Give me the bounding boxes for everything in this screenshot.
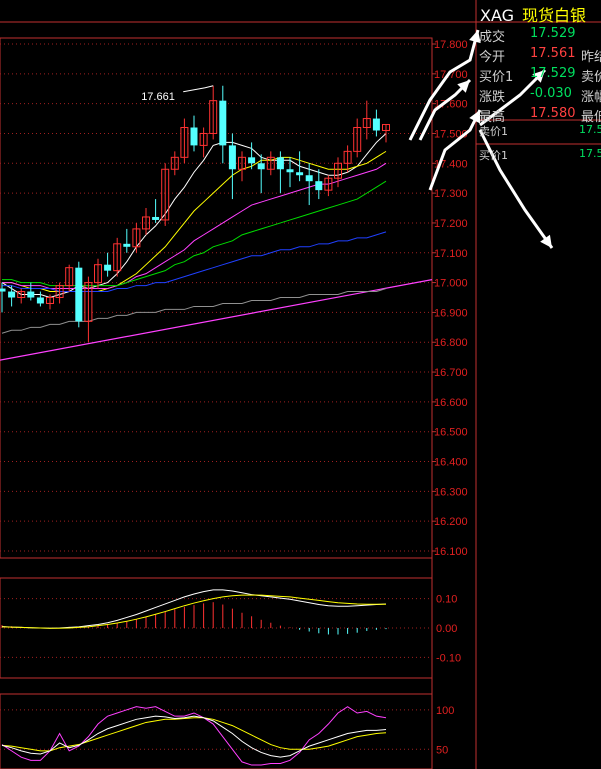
high-marker-line	[183, 85, 214, 93]
moving-average-line	[1, 133, 387, 299]
kdj-panel-box	[0, 693, 433, 769]
quote-value: 17.561	[530, 46, 576, 61]
candle-body-down	[190, 127, 198, 146]
sell1-value: 17.5	[579, 123, 601, 136]
candle-body-down	[315, 181, 323, 191]
candle-body-down	[27, 291, 35, 298]
quote-value: 17.529	[530, 66, 576, 81]
quote-label: 买价1	[479, 70, 514, 85]
candle-body-down	[152, 216, 160, 220]
candle-body-down	[286, 169, 294, 173]
y-tick-label: 16.700	[434, 367, 468, 379]
kdj-tick-label: 100	[436, 705, 454, 717]
candle-body-down	[276, 157, 284, 170]
symbol-name: 现货白银	[522, 6, 587, 25]
moving-average-line	[2, 180, 387, 287]
quote-value: 17.580	[530, 106, 576, 121]
arrow-shaft	[428, 109, 482, 191]
candle-body-down	[0, 288, 6, 292]
candle-body-down	[228, 145, 236, 170]
price-axis-ticks: 17.80017.70017.60017.50017.40017.30017.2…	[432, 39, 468, 558]
arrow-head	[540, 234, 552, 248]
candle-body-down	[296, 172, 304, 176]
high-value-label: 17.661	[141, 91, 175, 103]
chart-frame	[0, 0, 601, 769]
buy1-value: 17.5	[579, 147, 601, 160]
y-tick-label: 16.600	[434, 397, 468, 409]
candle-body-down	[36, 297, 44, 304]
candle-body-down	[305, 175, 313, 182]
macd-tick-label: 0.00	[436, 623, 457, 635]
y-tick-label: 16.400	[434, 457, 468, 469]
macd-tick-label: -0.10	[436, 652, 461, 664]
kdj-k-line	[1, 715, 387, 758]
candle-body-down	[372, 118, 380, 131]
sell1-label: 卖价1	[479, 125, 508, 138]
macd-panel: 0.10 0.00 -0.10	[0, 589, 461, 664]
candlesticks: 17.661	[0, 85, 390, 343]
quote-label-secondary: 昨结	[581, 50, 601, 65]
y-tick-label: 16.100	[434, 546, 468, 558]
y-tick-label: 17.100	[434, 248, 468, 260]
candle-body-down	[257, 163, 265, 170]
chart-stage: 17.80017.70017.60017.50017.40017.30017.2…	[0, 0, 601, 769]
quote-label: 今开	[479, 50, 506, 65]
y-tick-label: 17.000	[434, 278, 468, 290]
y-tick-label: 16.900	[434, 307, 468, 319]
y-tick-label: 17.600	[434, 99, 468, 111]
buy1-label: 买价1	[479, 149, 508, 162]
moving-average-lines	[0, 133, 433, 361]
candle-body-down	[75, 267, 83, 322]
quote-title: XAG 现货白银	[480, 2, 586, 26]
quote-value: 17.529	[530, 26, 576, 41]
y-tick-label: 16.800	[434, 337, 468, 349]
y-tick-label: 17.800	[434, 39, 468, 51]
candle-body-down	[219, 100, 227, 146]
candle-body-down	[123, 243, 131, 247]
y-tick-label: 17.300	[434, 188, 468, 200]
candle-body-down	[8, 291, 16, 298]
quote-value: -0.030	[530, 86, 572, 101]
symbol-code: XAG	[480, 6, 515, 25]
y-tick-label: 17.200	[434, 218, 468, 230]
kdj-j-line	[1, 706, 387, 766]
kdj-panel: 100 50	[0, 705, 454, 766]
y-tick-label: 16.300	[434, 486, 468, 498]
quote-label: 成交	[479, 30, 506, 45]
macd-tick-label: 0.10	[436, 594, 457, 606]
quote-label-secondary: 涨幅	[581, 90, 601, 105]
candle-body-down	[248, 157, 256, 164]
kdj-tick-label: 50	[436, 744, 448, 756]
y-tick-label: 16.500	[434, 427, 468, 439]
candle-body-down	[104, 264, 112, 271]
quote-label: 涨跌	[479, 90, 506, 105]
y-tick-label: 16.200	[434, 516, 468, 528]
quote-label-secondary: 卖价	[581, 70, 601, 85]
